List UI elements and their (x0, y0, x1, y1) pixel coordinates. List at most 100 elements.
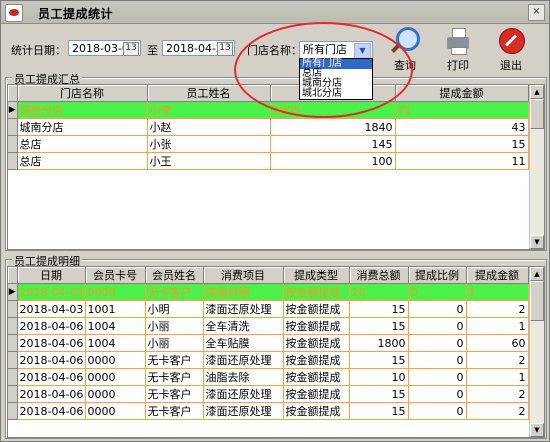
cell[interactable]: 0 (408, 351, 467, 369)
cell[interactable]: 0 (408, 283, 467, 301)
detail-scrollbar[interactable]: ▲ ▼ (529, 267, 544, 437)
cell[interactable]: 漆面还原处理 (203, 300, 284, 318)
cell[interactable]: 1 (466, 317, 529, 335)
cell[interactable]: 按金额提成 (283, 283, 350, 301)
cell[interactable]: 2 (466, 385, 529, 403)
cell[interactable]: 15 (349, 385, 409, 403)
store-select[interactable]: 所有门店 ▼ (299, 41, 373, 59)
cell[interactable]: 0 (408, 385, 467, 403)
date-to-picker-button[interactable]: 13 (217, 42, 233, 56)
cell[interactable]: 0000 (85, 385, 146, 403)
cell[interactable]: 2018-04-06 (17, 317, 86, 335)
cell[interactable]: 0 (408, 334, 467, 352)
date-from-field[interactable]: 2018-03-01 13 (68, 40, 141, 56)
cell[interactable]: 145 (270, 135, 396, 153)
cell[interactable]: 无卡客户 (145, 385, 204, 403)
exit-button[interactable]: 退出 (491, 27, 531, 73)
cell[interactable]: 按金额提成 (283, 300, 350, 318)
cell[interactable]: 按金额提成 (283, 402, 350, 420)
cell[interactable]: 15 (349, 300, 409, 318)
table-row[interactable]: ▶ 2018-04-03 0000 无卡客户 漆面封釉 按金额提成 20 0 1 (8, 283, 529, 301)
cell[interactable]: 1004 (85, 334, 146, 352)
cell[interactable]: 2018-04-03 (17, 300, 86, 318)
cell[interactable]: 1 (466, 368, 529, 386)
cell[interactable]: 0 (408, 300, 467, 318)
cell[interactable]: 15 (349, 402, 409, 420)
table-row[interactable]: 2018-04-06 0000 无卡客户 漆面还原处理 按金额提成 15 0 2 (8, 351, 529, 369)
cell[interactable]: 1905 (270, 101, 396, 119)
cell[interactable]: 2 (466, 300, 529, 318)
column-header[interactable]: 门店名称 (17, 85, 148, 102)
cell[interactable]: 2 (466, 402, 529, 420)
column-header[interactable]: 会员姓名 (145, 267, 204, 284)
cell[interactable]: 0000 (85, 283, 146, 301)
cell[interactable]: 小王 (147, 152, 271, 170)
column-header[interactable]: 提成比例 (408, 267, 467, 284)
cell[interactable]: 100 (270, 152, 396, 170)
table-row[interactable]: 2018-04-03 1001 小明 漆面还原处理 按金额提成 15 0 2 (8, 300, 529, 318)
cell[interactable]: 2018-04-06 (17, 334, 86, 352)
column-header[interactable]: 提成类型 (283, 267, 350, 284)
cell[interactable]: 0 (408, 317, 467, 335)
cell[interactable]: 43 (395, 118, 529, 136)
column-header[interactable]: 会员卡号 (85, 267, 146, 284)
cell[interactable]: 按金额提成 (283, 385, 350, 403)
table-row[interactable]: 总店 小张 145 15 (8, 135, 529, 153)
cell[interactable]: 1004 (85, 317, 146, 335)
cell[interactable]: 60 (466, 334, 529, 352)
table-row[interactable]: ▶ 城南分店 小李 1905 71 (8, 101, 529, 119)
store-option[interactable]: 城北分店 (300, 89, 372, 99)
column-header[interactable]: 提成金额 (395, 85, 529, 102)
column-header[interactable]: 员工姓名 (147, 85, 271, 102)
scroll-up-icon[interactable]: ▲ (530, 267, 544, 281)
cell[interactable]: 0 (408, 368, 467, 386)
table-row[interactable]: 2018-04-06 0000 无卡客户 漆面还原处理 按金额提成 15 0 2 (8, 385, 529, 403)
column-header[interactable]: 消费项目 (203, 267, 284, 284)
cell[interactable]: 1 (466, 283, 529, 301)
summary-scrollbar[interactable]: ▲ ▼ (529, 85, 544, 249)
scroll-up-icon[interactable]: ▲ (530, 85, 544, 99)
cell[interactable]: 总店 (17, 152, 148, 170)
scroll-down-icon[interactable]: ▼ (530, 423, 544, 437)
cell[interactable]: 漆面还原处理 (203, 351, 284, 369)
column-header[interactable]: 消费总额 (349, 267, 409, 284)
table-row[interactable]: 2018-04-06 0000 无卡客户 漆面还原处理 按金额提成 15 0 2 (8, 402, 529, 420)
cell[interactable]: 无卡客户 (145, 368, 204, 386)
table-row[interactable]: 2018-04-06 0000 无卡客户 油脂去除 按金额提成 10 0 1 (8, 368, 529, 386)
cell[interactable]: 按金额提成 (283, 351, 350, 369)
column-header[interactable]: 提成金额 (466, 267, 529, 284)
cell[interactable]: 2018-04-06 (17, 385, 86, 403)
cell[interactable]: 71 (395, 101, 529, 119)
cell[interactable]: 小丽 (145, 317, 204, 335)
cell[interactable]: 按金额提成 (283, 317, 350, 335)
date-to-field[interactable]: 2018-04-20 13 (162, 40, 235, 56)
cell[interactable]: 城南分店 (17, 101, 148, 119)
cell[interactable]: 全车贴膜 (203, 334, 284, 352)
cell[interactable]: 油脂去除 (203, 368, 284, 386)
cell[interactable]: 15 (349, 351, 409, 369)
scroll-thumb[interactable] (530, 281, 544, 321)
column-header[interactable]: 日期 (17, 267, 86, 284)
cell[interactable]: 小张 (147, 135, 271, 153)
cell[interactable]: 1840 (270, 118, 396, 136)
detail-grid[interactable]: 日期 会员卡号 会员姓名 消费项目 提成类型 消费总额 提成比例 提成金额 ▶ … (7, 266, 545, 438)
cell[interactable]: 10 (349, 368, 409, 386)
cell[interactable]: 20 (349, 283, 409, 301)
cell[interactable]: 小赵 (147, 118, 271, 136)
cell[interactable]: 漆面还原处理 (203, 385, 284, 403)
cell[interactable]: 0000 (85, 351, 146, 369)
cell[interactable]: 小明 (145, 300, 204, 318)
cell[interactable]: 15 (349, 317, 409, 335)
cell[interactable]: 2 (466, 351, 529, 369)
table-row[interactable]: 2018-04-06 1004 小丽 全车贴膜 按金额提成 1800 0 60 (8, 334, 529, 352)
cell[interactable]: 无卡客户 (145, 402, 204, 420)
cell[interactable]: 小丽 (145, 334, 204, 352)
cell[interactable]: 城南分店 (17, 118, 148, 136)
print-button[interactable]: 打印 (438, 27, 478, 73)
cell[interactable]: 2018-04-06 (17, 402, 86, 420)
cell[interactable]: 按金额提成 (283, 368, 350, 386)
cell[interactable]: 总店 (17, 135, 148, 153)
cell[interactable]: 无卡客户 (145, 283, 204, 301)
scroll-thumb[interactable] (530, 99, 544, 129)
cell[interactable]: 2018-04-06 (17, 351, 86, 369)
